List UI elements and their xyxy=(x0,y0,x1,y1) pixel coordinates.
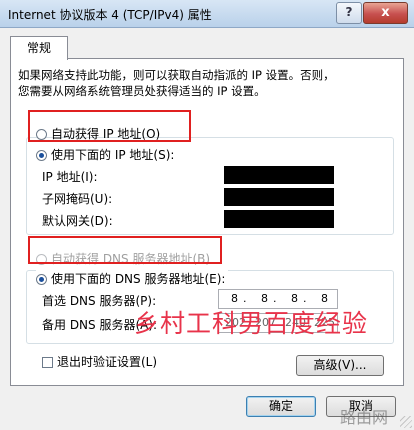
ip-manual-label: 使用下面的 IP 地址(S): xyxy=(51,148,175,162)
ip-address-label: IP 地址(I): xyxy=(42,170,98,184)
close-button[interactable]: x xyxy=(363,2,408,24)
subnet-mask-field[interactable] xyxy=(224,188,334,206)
description-line-1: 如果网络支持此功能，则可以获取自动指派的 IP 设置。否则， xyxy=(18,68,335,82)
checkbox-unchecked-icon xyxy=(42,357,53,368)
annotation-box-dns-auto xyxy=(28,236,222,264)
window-title: Internet 协议版本 4 (TCP/IPv4) 属性 xyxy=(8,8,212,22)
annotation-box-ip-auto xyxy=(28,110,191,142)
validate-settings-checkbox[interactable]: 退出时验证设置(L) xyxy=(42,353,157,370)
dns-manual-radio[interactable]: 使用下面的 DNS 服务器地址(E): xyxy=(36,270,229,287)
overlay-caption: 乡村工科男百度经验 xyxy=(134,309,369,338)
default-gateway-label: 默认网关(D): xyxy=(42,214,113,228)
resize-gripper-icon xyxy=(400,416,412,428)
radio-checked-icon xyxy=(36,150,47,161)
ok-button[interactable]: 确定 xyxy=(246,396,316,417)
advanced-button[interactable]: 高级(V)... xyxy=(296,355,384,376)
validate-settings-label: 退出时验证设置(L) xyxy=(57,355,158,369)
dns-manual-label: 使用下面的 DNS 服务器地址(E): xyxy=(51,272,226,286)
title-bar[interactable]: Internet 协议版本 4 (TCP/IPv4) 属性 ? x xyxy=(0,0,414,28)
ip-manual-radio[interactable]: 使用下面的 IP 地址(S): xyxy=(36,146,178,163)
site-watermark: 路由网 xyxy=(340,408,389,427)
ip-address-field[interactable] xyxy=(224,166,334,184)
description-line-2: 您需要从网络系统管理员处获得适当的 IP 设置。 xyxy=(18,84,266,98)
default-gateway-field[interactable] xyxy=(224,210,334,228)
subnet-mask-label: 子网掩码(U): xyxy=(42,192,113,206)
radio-checked-icon xyxy=(36,274,47,285)
help-button[interactable]: ? xyxy=(336,2,362,24)
tab-general[interactable]: 常规 xyxy=(10,36,68,60)
